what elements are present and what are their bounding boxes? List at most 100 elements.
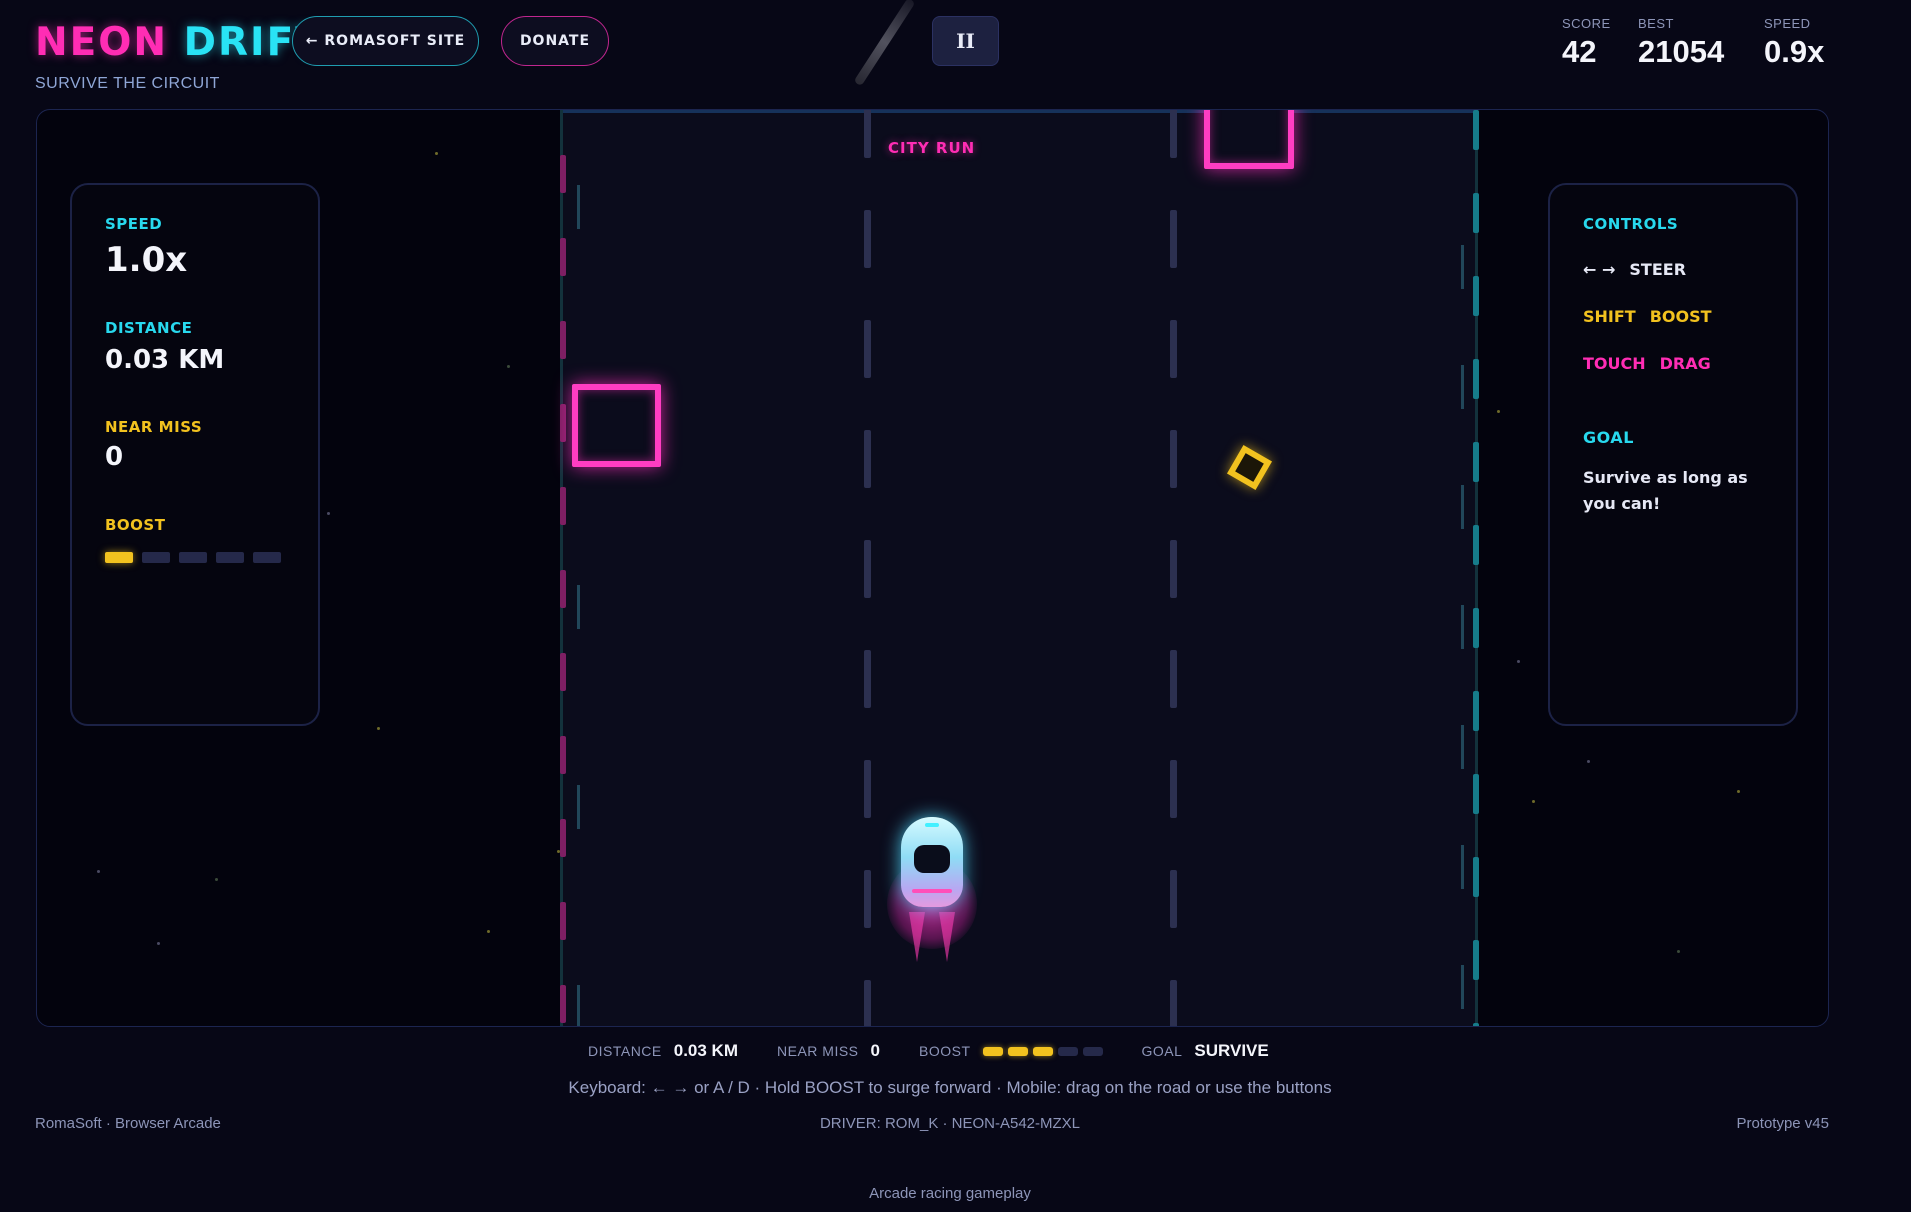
stats-panel: SPEED 1.0x DISTANCE 0.03 KM NEAR MISS 0 … bbox=[70, 183, 320, 726]
zone-label: CITY RUN bbox=[888, 139, 976, 157]
boost-segment bbox=[1082, 1046, 1103, 1056]
road-marking bbox=[1170, 320, 1177, 378]
star bbox=[157, 942, 160, 945]
speed-label: SPEED bbox=[1764, 16, 1811, 31]
bottom-goal-value: SURVIVE bbox=[1194, 1041, 1269, 1060]
boost-segment bbox=[1007, 1046, 1028, 1056]
best-label: BEST bbox=[1638, 16, 1674, 31]
road-marking bbox=[1170, 980, 1177, 1026]
car-flame bbox=[909, 912, 925, 962]
control-steer: ← → STEER bbox=[1583, 260, 1686, 279]
road-marking bbox=[1170, 650, 1177, 708]
romasoft-site-button[interactable]: ← ROMASOFT SITE bbox=[292, 16, 479, 66]
road-marking bbox=[1473, 276, 1479, 316]
road-marking bbox=[864, 320, 871, 378]
road-marking bbox=[1170, 870, 1177, 928]
car-flame bbox=[939, 912, 955, 962]
car-cockpit bbox=[914, 845, 950, 873]
star bbox=[97, 870, 100, 873]
bottom-boost: BOOST bbox=[919, 1043, 1103, 1059]
road-marking bbox=[1473, 442, 1479, 482]
control-boost-key: SHIFT bbox=[1583, 307, 1636, 326]
road-marking bbox=[560, 404, 566, 442]
game-canvas[interactable]: CITY RUN SPEED 1.0x DISTANCE 0.03 KM NEA… bbox=[36, 109, 1829, 1027]
star bbox=[487, 930, 490, 933]
bottom-near-miss-value: 0 bbox=[870, 1041, 880, 1060]
road-marking bbox=[1473, 525, 1479, 565]
speed-value: 0.9x bbox=[1764, 34, 1825, 69]
star bbox=[435, 152, 438, 155]
pause-button[interactable]: II bbox=[932, 16, 999, 66]
panel-speed-value: 1.0x bbox=[105, 240, 188, 280]
road-marking bbox=[1170, 540, 1177, 598]
boost-segment bbox=[142, 552, 170, 563]
star bbox=[377, 727, 380, 730]
road-marking bbox=[1473, 193, 1479, 233]
road-marking bbox=[1170, 760, 1177, 818]
panel-speed-label: SPEED bbox=[105, 215, 163, 233]
road-marking bbox=[560, 155, 566, 193]
car-stripe bbox=[912, 889, 952, 893]
goal-text: Survive as long as you can! bbox=[1583, 468, 1748, 513]
road-marking bbox=[1473, 359, 1479, 399]
arrow-keys-icon: ← → bbox=[1583, 260, 1616, 279]
road-marking bbox=[1473, 691, 1479, 731]
footer-driver-id: DRIVER: ROM_K · NEON-A542-MZXL bbox=[819, 1115, 1081, 1132]
road-marking bbox=[560, 819, 566, 857]
pause-icon: II bbox=[956, 29, 975, 53]
control-steer-action: STEER bbox=[1629, 260, 1687, 279]
road-marking bbox=[1461, 725, 1464, 769]
controls-panel: CONTROLS ← → STEER SHIFT BOOST TOUCH DRA… bbox=[1548, 183, 1798, 726]
player-car bbox=[887, 817, 977, 967]
control-touch-action: DRAG bbox=[1659, 354, 1711, 373]
boost-segment bbox=[216, 552, 244, 563]
boost-segment bbox=[179, 552, 207, 563]
road-marking bbox=[1461, 845, 1464, 889]
speed-streak-decoration bbox=[853, 0, 916, 87]
road[interactable] bbox=[561, 110, 1476, 1026]
donate-button[interactable]: DONATE bbox=[501, 16, 609, 66]
help-text: Keyboard: ← → or A / D · Hold BOOST to s… bbox=[568, 1078, 1332, 1097]
best-display: BEST 21054 bbox=[1638, 16, 1724, 70]
footer-version: Prototype v45 bbox=[1736, 1115, 1829, 1132]
controls-label: CONTROLS bbox=[1583, 215, 1679, 233]
road-marking bbox=[560, 321, 566, 359]
road-marking bbox=[1461, 965, 1464, 1009]
road-marking bbox=[560, 653, 566, 691]
control-touch-key: TOUCH bbox=[1583, 354, 1646, 373]
panel-near-miss-value: 0 bbox=[105, 442, 124, 472]
road-marking bbox=[864, 430, 871, 488]
score-display: SCORE 42 bbox=[1562, 16, 1611, 70]
tagline: SURVIVE THE CIRCUIT bbox=[35, 75, 220, 92]
image-caption: Arcade racing gameplay bbox=[869, 1185, 1031, 1202]
bottom-goal: GOAL SURVIVE bbox=[1142, 1041, 1269, 1061]
control-touch: TOUCH DRAG bbox=[1583, 354, 1711, 373]
road-marking bbox=[1473, 857, 1479, 897]
control-boost-action: BOOST bbox=[1649, 307, 1712, 326]
speed-display: SPEED 0.9x bbox=[1764, 16, 1824, 70]
panel-boost-label: BOOST bbox=[105, 516, 166, 534]
bottom-distance-value: 0.03 KM bbox=[673, 1041, 738, 1060]
road-marking bbox=[560, 238, 566, 276]
obstacle-block bbox=[572, 384, 661, 467]
boost-segment bbox=[982, 1046, 1003, 1056]
road-marking bbox=[1473, 608, 1479, 648]
road-marking bbox=[1461, 365, 1464, 409]
road-marking bbox=[1170, 430, 1177, 488]
best-value: 21054 bbox=[1638, 34, 1725, 69]
boost-meter bbox=[105, 552, 281, 563]
road-marking bbox=[1461, 485, 1464, 529]
road-marking bbox=[577, 585, 580, 629]
boost-segment bbox=[1057, 1046, 1078, 1056]
bottom-boost-label: BOOST bbox=[918, 1043, 971, 1059]
boost-segment bbox=[1032, 1046, 1053, 1056]
road-marking bbox=[560, 487, 566, 525]
road-marking bbox=[864, 650, 871, 708]
panel-near-miss-label: NEAR MISS bbox=[105, 418, 203, 436]
car-headlight bbox=[925, 823, 939, 827]
road-marking bbox=[577, 785, 580, 829]
bottom-hud: DISTANCE 0.03 KM NEAR MISS 0 BOOST GOAL … bbox=[588, 1041, 1308, 1061]
score-label: SCORE bbox=[1562, 16, 1611, 31]
road-marking bbox=[577, 185, 580, 229]
road-marking bbox=[864, 540, 871, 598]
